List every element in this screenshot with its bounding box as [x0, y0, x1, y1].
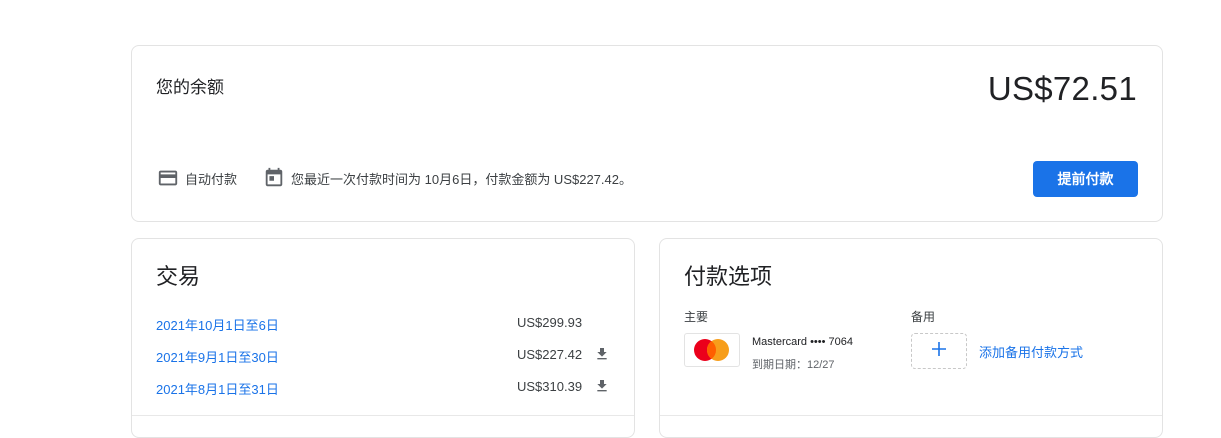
transaction-period-link[interactable]: 2021年9月1日至30日 — [156, 347, 279, 366]
add-backup-link[interactable]: 添加备用付款方式 — [979, 342, 1083, 361]
balance-amount: US$72.51 — [987, 70, 1137, 107]
card-expiry: 到期日期：12/27 — [752, 359, 835, 371]
transactions-list: 2021年10月1日至6日 US$299.93 2021年9月1日至30日 US… — [156, 307, 612, 403]
mastercard-logo — [684, 333, 740, 367]
add-backup-button[interactable] — [911, 333, 967, 369]
transaction-amount: US$310.39 — [517, 379, 583, 394]
balance-info-row: 自动付款 您最近一次付款时间为 10月6日，付款金额为 US$227.42。 — [157, 166, 632, 190]
balance-title: 您的余额 — [156, 78, 224, 97]
transaction-period-link[interactable]: 2021年8月1日至31日 — [156, 379, 279, 398]
payment-options-title: 付款选项 — [684, 264, 773, 289]
transactions-divider — [132, 415, 634, 416]
plus-icon — [931, 341, 947, 362]
transaction-amount: US$227.42 — [517, 347, 583, 362]
transaction-row: 2021年9月1日至30日 US$227.42 — [156, 339, 612, 371]
download-icon[interactable] — [594, 378, 610, 394]
payment-options-card: 付款选项 主要 备用 Mastercard •••• 7064 到期日期：12/… — [659, 238, 1163, 438]
card-name: Mastercard •••• 7064 — [752, 336, 854, 348]
transaction-period-link[interactable]: 2021年10月1日至6日 — [156, 315, 279, 334]
transaction-amount: US$299.93 — [517, 315, 583, 330]
pay-early-button[interactable]: 提前付款 — [1033, 161, 1138, 197]
balance-card: 您的余额 US$72.51 自动付款 您最近一次付款时间为 10月6日，付款金额… — [131, 45, 1163, 222]
primary-label: 主要 — [684, 310, 709, 324]
transaction-row: 2021年8月1日至31日 US$310.39 — [156, 371, 612, 403]
credit-card-icon — [157, 167, 179, 189]
download-icon[interactable] — [594, 346, 610, 362]
last-payment-text: 您最近一次付款时间为 10月6日，付款金额为 US$227.42。 — [291, 171, 632, 187]
transactions-title: 交易 — [156, 264, 201, 289]
calendar-icon — [263, 167, 285, 189]
transaction-row: 2021年10月1日至6日 US$299.93 — [156, 307, 612, 339]
backup-label: 备用 — [911, 310, 936, 324]
auto-pay-label: 自动付款 — [185, 171, 238, 187]
payment-options-divider — [660, 415, 1162, 416]
transactions-card: 交易 2021年10月1日至6日 US$299.93 2021年9月1日至30日… — [131, 238, 635, 438]
